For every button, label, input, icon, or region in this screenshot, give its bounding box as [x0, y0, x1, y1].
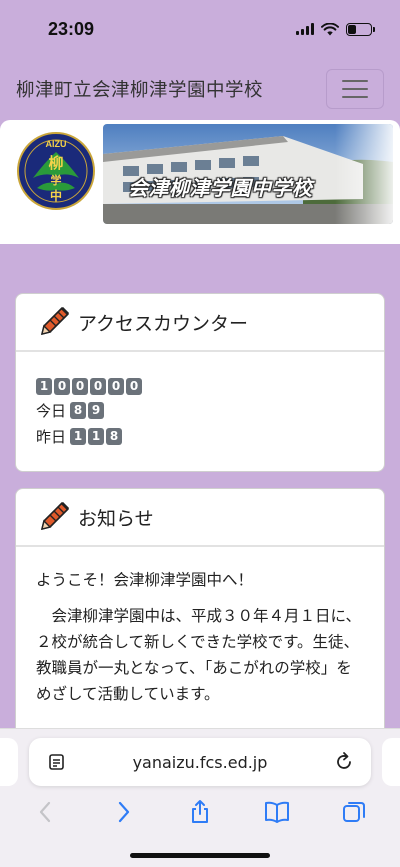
count-digit: 1 [36, 378, 52, 395]
count-digit: 0 [108, 378, 124, 395]
cellular-signal-icon [296, 23, 314, 35]
battery-icon [346, 22, 375, 36]
today-label: 今日 [36, 402, 67, 420]
navigation-toolbar [0, 794, 400, 830]
svg-text:柳: 柳 [48, 154, 63, 172]
news-paragraph: 会津柳津学園中は、平成３０年４月１日に、２校が統合して新しくできた学校です。生徒… [36, 607, 362, 703]
count-digit: 0 [90, 378, 106, 395]
school-emblem-icon: AIZU 柳 学 中 [17, 132, 95, 210]
banner-title: 会津柳津学園中学校 [128, 176, 313, 200]
svg-text:AIZU: AIZU [46, 139, 67, 149]
count-digit: 0 [126, 378, 142, 395]
yesterday-label: 昨日 [36, 428, 67, 446]
card-title: アクセスカウンター [78, 312, 249, 335]
status-time: 23:09 [48, 18, 95, 39]
tabs-icon[interactable] [341, 799, 367, 825]
next-tab-edge[interactable] [382, 738, 400, 786]
home-indicator [130, 853, 270, 858]
wifi-icon [321, 22, 339, 35]
back-icon[interactable] [33, 799, 59, 825]
school-banner: AIZU 柳 学 中 会津柳津学園中学校 [0, 120, 400, 244]
card-header: アクセスカウンター [16, 294, 384, 352]
bookmarks-icon[interactable] [264, 799, 290, 825]
menu-icon-line [342, 88, 368, 90]
news-card: お知らせ ようこそ！会津柳津学園中へ！ 会津柳津学園中は、平成３０年４月１日に、… [15, 488, 385, 748]
yesterday-count-row: 昨日 1 1 8 [36, 426, 364, 447]
counter-body: 1 0 0 0 0 0 今日 8 9 昨日 1 1 8 [16, 352, 384, 447]
status-bar: 23:09 [0, 0, 400, 58]
site-title[interactable]: 柳津町立会津柳津学園中学校 [16, 76, 263, 102]
address-bar[interactable]: yanaizu.fcs.ed.jp [29, 738, 371, 786]
count-digit: 9 [88, 402, 105, 419]
menu-icon-line [342, 80, 368, 82]
browser-toolbar: yanaizu.fcs.ed.jp [0, 728, 400, 867]
status-icons [296, 22, 375, 36]
total-count: 1 0 0 0 0 0 [36, 378, 364, 395]
card-header: お知らせ [16, 489, 384, 547]
forward-icon[interactable] [110, 799, 136, 825]
svg-text:学: 学 [51, 173, 62, 187]
url-text[interactable]: yanaizu.fcs.ed.jp [133, 753, 268, 772]
news-greeting: ようこそ！会津柳津学園中へ！ [36, 571, 254, 589]
svg-text:中: 中 [50, 188, 62, 203]
battery-level [348, 24, 356, 34]
count-digit: 0 [72, 378, 88, 395]
today-count-row: 今日 8 9 [36, 400, 364, 421]
count-digit: 1 [88, 428, 105, 445]
count-digit: 1 [70, 428, 87, 445]
menu-button[interactable] [326, 69, 384, 109]
site-navbar: 柳津町立会津柳津学園中学校 [0, 58, 400, 120]
count-digit: 8 [70, 402, 87, 419]
share-icon[interactable] [187, 799, 213, 825]
reload-icon[interactable] [333, 751, 355, 773]
count-digit: 0 [54, 378, 70, 395]
reader-icon[interactable] [47, 752, 67, 772]
card-title: お知らせ [78, 507, 154, 530]
previous-tab-edge[interactable] [0, 738, 18, 786]
pencil-icon [41, 501, 70, 530]
news-body: ようこそ！会津柳津学園中へ！ 会津柳津学園中は、平成３０年４月１日に、２校が統合… [16, 547, 384, 707]
menu-icon-line [342, 96, 368, 98]
access-counter-card: アクセスカウンター 1 0 0 0 0 0 今日 8 9 昨日 1 1 8 [15, 293, 385, 472]
pencil-icon [41, 306, 70, 335]
count-digit: 8 [106, 428, 123, 445]
